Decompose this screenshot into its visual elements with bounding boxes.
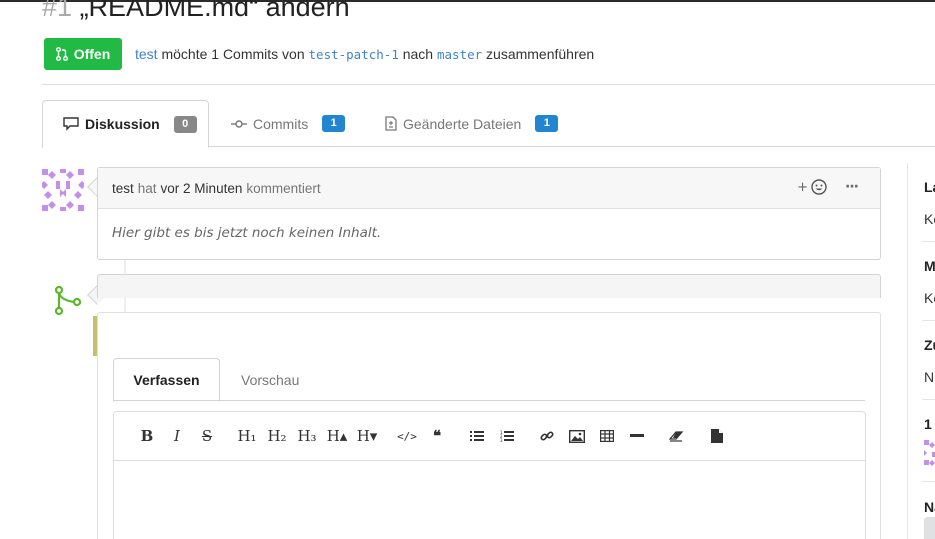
editor-toolbar: B I S H₁ H₂ H₃ H▴ H▾ </> ❝ 1 2 3	[113, 411, 866, 461]
meta-action-text: möchte 1 Commits von	[161, 46, 305, 62]
comment-time: vor 2 Minuten	[160, 180, 243, 196]
svg-text:3: 3	[500, 438, 503, 442]
image-icon	[569, 429, 585, 443]
sidebar: La Ke M Ke Zu Ni 1 Na	[907, 163, 935, 539]
sidebar-divider	[922, 399, 935, 400]
sidebar-labels-title[interactable]: La	[924, 179, 935, 195]
table-button[interactable]	[592, 421, 622, 451]
horizontal-rule-button[interactable]	[622, 421, 652, 451]
add-reaction-button[interactable]: +	[797, 179, 827, 195]
notification-toggle-button[interactable]	[924, 517, 935, 539]
link-button[interactable]	[532, 421, 562, 451]
sidebar-milestone-title[interactable]: M	[924, 258, 935, 274]
sidebar-divider	[922, 320, 935, 321]
sidebar-labels-value: Ke	[924, 211, 935, 227]
timeline-event-header	[97, 274, 881, 298]
source-branch[interactable]: test-patch-1	[309, 47, 399, 62]
tab-files-label: Geänderte Dateien	[403, 115, 522, 132]
tab-files-count: 1	[535, 115, 559, 132]
pr-meta: test möchte 1 Commits von test-patch-1 n…	[135, 46, 594, 62]
comment-verb: hat	[137, 180, 157, 196]
comment-author[interactable]: test	[112, 181, 134, 196]
unordered-list-icon	[470, 431, 484, 441]
heading-bigger-button[interactable]: H▴	[322, 421, 352, 451]
tab-write[interactable]: Verfassen	[113, 358, 220, 402]
image-button[interactable]	[562, 421, 592, 451]
comment-editor: Verfassen Vorschau B I S H₁ H₂ H₃ H▴ H▾ …	[97, 312, 881, 539]
heading-1-button[interactable]: H₁	[232, 421, 262, 451]
issue-number: #1	[42, 0, 73, 22]
comment-action: kommentiert	[246, 180, 321, 196]
quote-button[interactable]: ❝	[422, 421, 452, 451]
smiley-icon	[811, 179, 827, 195]
file-icon	[711, 429, 723, 443]
heading-2-button[interactable]: H₂	[262, 421, 292, 451]
tab-preview[interactable]: Vorschau	[241, 358, 299, 401]
sidebar-assignees-value: Ni	[924, 369, 935, 385]
target-branch[interactable]: master	[437, 47, 482, 62]
header-divider	[42, 84, 935, 85]
tab-commits[interactable]: Commits 1	[231, 100, 346, 147]
sidebar-milestone-value: Ke	[924, 290, 935, 306]
unordered-list-button[interactable]	[462, 421, 492, 451]
editor-tabs: Verfassen Vorschau	[113, 358, 865, 402]
comment-header: test hat vor 2 Minuten kommentiert	[98, 168, 880, 209]
comment-options-button[interactable]: ···	[845, 179, 859, 195]
comment-icon	[63, 117, 79, 131]
issue-title: „README.md“ ändern	[79, 0, 350, 22]
commit-icon	[231, 119, 247, 128]
avatar[interactable]	[42, 169, 84, 211]
comment-actions: + ···	[797, 179, 859, 195]
sidebar-divider	[922, 241, 935, 242]
status-badge: Offen	[44, 38, 122, 70]
ordered-list-button[interactable]: 1 2 3	[492, 421, 522, 451]
file-button[interactable]	[702, 421, 732, 451]
tab-discussion-label: Diskussion	[85, 116, 160, 132]
tab-files[interactable]: Geänderte Dateien 1	[385, 100, 559, 147]
meta-into-text: nach	[402, 46, 434, 62]
tab-discussion[interactable]: Diskussion 0	[42, 100, 209, 148]
plus-icon: +	[797, 179, 809, 195]
sidebar-assignees-title[interactable]: Zu	[924, 337, 935, 353]
file-diff-icon	[385, 116, 397, 131]
merge-icon	[55, 286, 81, 316]
bold-button[interactable]: B	[132, 421, 162, 451]
pr-tabs: Diskussion 0 Commits 1 Geänderte Dateien…	[42, 100, 935, 148]
horizontal-rule-icon	[630, 434, 644, 437]
ordered-list-icon: 1 2 3	[500, 430, 514, 442]
sidebar-participants-count: 1	[924, 416, 932, 432]
tab-discussion-count: 0	[173, 115, 197, 133]
eraser-icon	[669, 431, 684, 442]
sidebar-divider	[922, 481, 935, 482]
comment-textarea[interactable]	[113, 460, 866, 539]
status-label: Offen	[73, 46, 111, 62]
italic-button[interactable]: I	[162, 421, 192, 451]
link-icon	[540, 431, 554, 441]
author-link[interactable]: test	[135, 46, 158, 62]
clean-block-button[interactable]	[662, 421, 692, 451]
heading-smaller-button[interactable]: H▾	[352, 421, 382, 451]
heading-3-button[interactable]: H₃	[292, 421, 322, 451]
page-title: #1 „README.md“ ändern	[42, 0, 350, 23]
meta-merge-text: zusammenführen	[486, 46, 595, 62]
tab-commits-count: 1	[322, 115, 346, 132]
comment-body: Hier gibt es bis jetzt noch keinen Inhal…	[112, 225, 382, 241]
code-button[interactable]: </>	[392, 421, 422, 451]
strikethrough-button[interactable]: S	[192, 421, 222, 451]
pull-request-icon	[55, 47, 68, 61]
sidebar-notifications-title: Na	[924, 499, 935, 515]
comment-card: test hat vor 2 Minuten kommentiert + ···…	[97, 167, 881, 260]
tab-commits-label: Commits	[253, 115, 309, 132]
table-icon	[600, 430, 614, 442]
participant-avatar[interactable]	[924, 440, 935, 468]
